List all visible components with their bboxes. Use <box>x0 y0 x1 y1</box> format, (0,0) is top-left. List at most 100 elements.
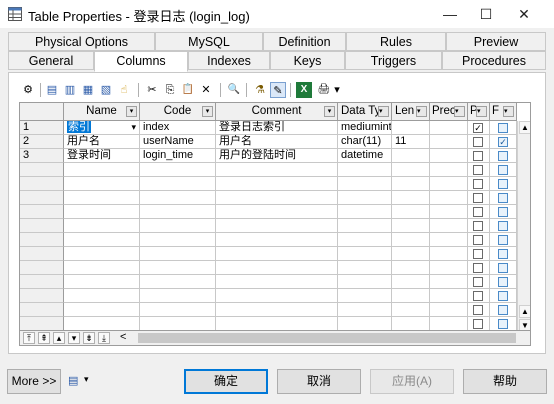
table-row[interactable] <box>20 233 520 247</box>
precision-cell[interactable] <box>430 233 468 247</box>
primary-cell[interactable] <box>468 191 490 205</box>
comment-cell[interactable]: 用户的登陆时间 <box>216 149 338 163</box>
precision-cell[interactable] <box>430 247 468 261</box>
length-cell[interactable] <box>392 163 430 177</box>
length-cell[interactable]: 11 <box>392 135 430 149</box>
delete-icon[interactable]: ✕ <box>198 82 214 98</box>
name-cell[interactable] <box>64 205 140 219</box>
table-row[interactable] <box>20 177 520 191</box>
table-row[interactable]: 3 登录时间 login_time 用户的登陆时间 datetime <box>20 149 520 163</box>
comment-cell[interactable]: 登录日志索引 <box>216 121 338 135</box>
comment-cell[interactable] <box>216 205 338 219</box>
comment-cell[interactable] <box>216 261 338 275</box>
vertical-scrollbar[interactable]: ▲ ▲ ▼ <box>517 121 530 333</box>
comment-cell[interactable] <box>216 275 338 289</box>
primary-key-checkbox[interactable] <box>473 305 483 315</box>
comment-cell[interactable] <box>216 317 338 331</box>
primary-key-checkbox[interactable] <box>473 319 483 329</box>
primary-cell[interactable] <box>468 317 490 331</box>
table-row[interactable] <box>20 247 520 261</box>
table-row[interactable] <box>20 275 520 289</box>
data-type-cell[interactable] <box>338 177 392 191</box>
foreign-cell[interactable] <box>490 233 517 247</box>
filter-clear-icon[interactable]: ✎ <box>270 82 286 98</box>
dropdown-icon[interactable]: ▾ <box>84 374 89 385</box>
name-cell[interactable] <box>64 303 140 317</box>
code-cell[interactable] <box>140 163 216 177</box>
find-icon[interactable]: 🔍 <box>226 82 242 98</box>
primary-cell[interactable] <box>468 135 490 149</box>
primary-cell[interactable] <box>468 247 490 261</box>
code-cell[interactable] <box>140 205 216 219</box>
foreign-key-checkbox[interactable] <box>498 193 508 203</box>
foreign-cell[interactable] <box>490 303 517 317</box>
primary-cell[interactable]: ✓ <box>468 121 490 135</box>
tab-indexes[interactable]: Indexes <box>188 51 270 70</box>
data-type-cell[interactable] <box>338 261 392 275</box>
precision-cell[interactable] <box>430 317 468 331</box>
table-row[interactable] <box>20 317 520 331</box>
paste-icon[interactable]: 📋 <box>180 82 196 98</box>
close-button[interactable]: ✕ <box>506 0 542 28</box>
precision-cell[interactable] <box>430 261 468 275</box>
length-cell[interactable] <box>392 149 430 163</box>
excel-icon[interactable]: X <box>296 82 312 98</box>
name-cell[interactable] <box>64 191 140 205</box>
precision-cell[interactable] <box>430 275 468 289</box>
name-cell[interactable] <box>64 289 140 303</box>
primary-cell[interactable] <box>468 303 490 317</box>
data-type-cell[interactable] <box>338 247 392 261</box>
first-row-icon[interactable]: ⤒ <box>23 332 35 344</box>
primary-cell[interactable] <box>468 275 490 289</box>
print-icon[interactable]: 🖨 <box>316 82 332 98</box>
page-up-icon[interactable]: ⇞ <box>38 332 50 344</box>
length-cell[interactable] <box>392 317 430 331</box>
name-cell[interactable] <box>64 233 140 247</box>
foreign-cell[interactable] <box>490 163 517 177</box>
precision-cell[interactable] <box>430 219 468 233</box>
table-row[interactable] <box>20 191 520 205</box>
name-cell[interactable] <box>64 317 140 331</box>
data-type-cell[interactable] <box>338 317 392 331</box>
name-cell[interactable] <box>64 177 140 191</box>
data-type-cell[interactable]: datetime <box>338 149 392 163</box>
primary-cell[interactable] <box>468 219 490 233</box>
precision-cell[interactable] <box>430 191 468 205</box>
tab-triggers[interactable]: Triggers <box>345 51 442 70</box>
column-header-precision[interactable]: Prec ▾ <box>430 103 468 121</box>
table-row[interactable] <box>20 261 520 275</box>
tab-definition[interactable]: Definition <box>263 32 346 51</box>
code-cell[interactable] <box>140 177 216 191</box>
primary-key-checkbox[interactable] <box>473 193 483 203</box>
primary-cell[interactable] <box>468 233 490 247</box>
insert-row-icon[interactable]: ▥ <box>62 82 78 98</box>
move-down-icon[interactable]: ▾ <box>68 332 80 344</box>
length-cell[interactable] <box>392 121 430 135</box>
precision-cell[interactable] <box>430 303 468 317</box>
name-cell[interactable] <box>64 219 140 233</box>
scroll-up-icon[interactable]: ▲ <box>519 121 530 134</box>
primary-key-checkbox[interactable] <box>473 207 483 217</box>
name-cell[interactable] <box>64 275 140 289</box>
code-cell[interactable] <box>140 233 216 247</box>
column-header-length[interactable]: Len ▾ <box>392 103 430 121</box>
name-cell[interactable] <box>64 261 140 275</box>
primary-cell[interactable] <box>468 205 490 219</box>
precision-cell[interactable] <box>430 121 468 135</box>
add-rows-icon[interactable]: ▦ <box>80 82 96 98</box>
precision-cell[interactable] <box>430 289 468 303</box>
data-type-cell[interactable] <box>338 205 392 219</box>
length-cell[interactable] <box>392 247 430 261</box>
primary-cell[interactable] <box>468 261 490 275</box>
name-cell[interactable]: 用户名 <box>64 135 140 149</box>
primary-key-checkbox[interactable] <box>473 221 483 231</box>
foreign-key-checkbox[interactable] <box>498 249 508 259</box>
tab-columns[interactable]: Columns <box>94 51 188 72</box>
foreign-key-checkbox[interactable] <box>498 277 508 287</box>
precision-cell[interactable] <box>430 149 468 163</box>
foreign-key-checkbox[interactable] <box>498 305 508 315</box>
maximize-button[interactable]: ☐ <box>468 0 504 28</box>
scroll-left-icon[interactable]: < <box>120 331 126 343</box>
comment-cell[interactable] <box>216 303 338 317</box>
foreign-cell[interactable] <box>490 261 517 275</box>
